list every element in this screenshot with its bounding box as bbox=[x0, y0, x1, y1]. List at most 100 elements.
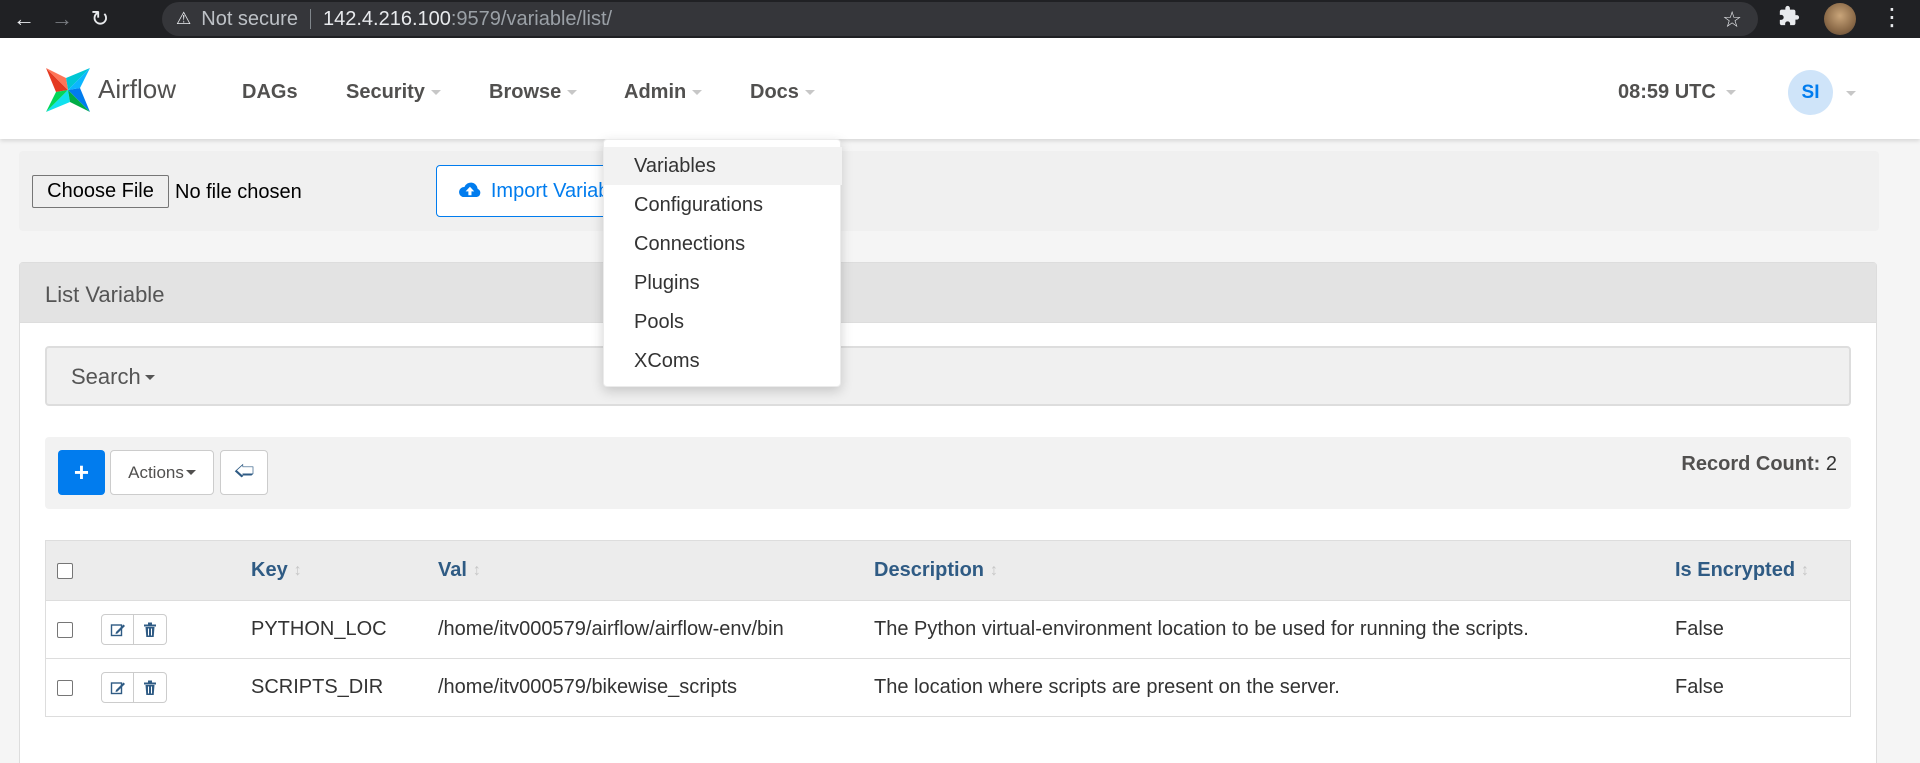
sort-icon: ↕ bbox=[472, 561, 481, 579]
row-checkbox[interactable] bbox=[57, 679, 73, 696]
column-header-description[interactable]: Description ↕ bbox=[874, 541, 998, 600]
sort-icon: ↕ bbox=[293, 561, 302, 579]
cloud-upload-icon bbox=[459, 182, 481, 198]
column-val-label: Val bbox=[438, 559, 467, 581]
forward-arrow-icon[interactable]: → bbox=[48, 5, 76, 33]
variables-table: Key ↕ Val ↕ Description ↕ Is Encrypted ↕ bbox=[45, 540, 1851, 717]
utc-clock[interactable]: 08:59 UTC bbox=[1618, 81, 1736, 104]
cell-key: PYTHON_LOC bbox=[251, 618, 387, 640]
list-toolbar: + Actions 🢠 Record Count: 2 bbox=[45, 437, 1851, 509]
browser-profile-avatar[interactable] bbox=[1824, 3, 1856, 35]
back-button[interactable]: 🢠 bbox=[220, 450, 268, 495]
panel-header: List Variable bbox=[20, 263, 1876, 323]
record-count-value: 2 bbox=[1825, 453, 1837, 475]
menu-item-connections[interactable]: Connections bbox=[604, 225, 842, 263]
table-row: PYTHON_LOC /home/itv000579/airflow/airfl… bbox=[46, 600, 1850, 658]
airflow-pinwheel-logo-icon[interactable] bbox=[40, 62, 96, 118]
actions-dropdown-button[interactable]: Actions bbox=[110, 450, 214, 495]
table-row: SCRIPTS_DIR /home/itv000579/bikewise_scr… bbox=[46, 658, 1850, 716]
select-all-checkbox[interactable] bbox=[57, 562, 73, 579]
add-variable-button[interactable]: + bbox=[58, 450, 105, 495]
cell-key: SCRIPTS_DIR bbox=[251, 676, 384, 698]
nav-docs[interactable]: Docs bbox=[750, 81, 815, 104]
nav-admin[interactable]: Admin bbox=[624, 81, 703, 104]
row-action-buttons bbox=[101, 614, 167, 645]
brand-name[interactable]: Airflow bbox=[98, 74, 176, 105]
choose-file-button[interactable]: Choose File bbox=[32, 175, 169, 208]
chevron-down-icon bbox=[804, 90, 815, 95]
menu-item-variables[interactable]: Variables bbox=[604, 147, 842, 185]
url-path: :9579/variable/list/ bbox=[450, 7, 613, 30]
nav-dags[interactable]: DAGs bbox=[242, 81, 298, 104]
search-label: Search bbox=[71, 364, 141, 389]
airflow-navbar: Airflow DAGs Security Browse Admin Docs … bbox=[0, 38, 1920, 139]
user-avatar[interactable]: SI bbox=[1788, 70, 1833, 115]
trash-icon bbox=[144, 622, 156, 637]
url-host: 142.4.216.100 bbox=[322, 7, 451, 30]
url-separator bbox=[309, 9, 311, 29]
record-count: Record Count: 2 bbox=[1681, 453, 1837, 476]
menu-item-xcoms[interactable]: XComs bbox=[604, 342, 842, 380]
cell-val: /home/itv000579/bikewise_scripts bbox=[438, 676, 738, 698]
delete-record-button[interactable] bbox=[134, 614, 167, 645]
row-select-cell bbox=[57, 601, 73, 658]
menu-item-configurations[interactable]: Configurations bbox=[604, 186, 842, 224]
warning-icon: ⚠ bbox=[176, 9, 192, 28]
back-arrow-icon[interactable]: ← bbox=[10, 5, 38, 33]
table-header-row: Key ↕ Val ↕ Description ↕ Is Encrypted ↕ bbox=[46, 541, 1850, 600]
column-header-is-encrypted[interactable]: Is Encrypted ↕ bbox=[1675, 541, 1809, 600]
column-header-val[interactable]: Val ↕ bbox=[438, 541, 481, 600]
column-header-key[interactable]: Key ↕ bbox=[251, 541, 302, 600]
chevron-down-icon bbox=[430, 90, 441, 95]
actions-label: Actions bbox=[128, 462, 184, 482]
cell-description: The Python virtual-environment location … bbox=[874, 618, 1529, 640]
no-file-text: No file chosen bbox=[175, 181, 302, 203]
select-all-cell bbox=[57, 541, 73, 600]
address-bar[interactable]: ⚠ Not secure 142.4.216.100:9579/variable… bbox=[162, 2, 1758, 36]
cell-description: The location where scripts are present o… bbox=[874, 676, 1340, 698]
row-select-cell bbox=[57, 659, 73, 716]
cell-is-encrypted: False bbox=[1675, 618, 1724, 640]
menu-item-pools[interactable]: Pools bbox=[604, 303, 842, 341]
search-dropdown-toggle[interactable]: Search bbox=[71, 364, 155, 390]
sort-icon: ↕ bbox=[1801, 561, 1810, 579]
menu-item-plugins[interactable]: Plugins bbox=[604, 264, 842, 302]
admin-dropdown-menu: Variables Configurations Connections Plu… bbox=[603, 139, 842, 387]
nav-security[interactable]: Security bbox=[346, 81, 441, 104]
chevron-down-icon bbox=[185, 470, 196, 475]
sort-icon: ↕ bbox=[990, 561, 999, 579]
column-key-label: Key bbox=[251, 559, 288, 581]
trash-icon bbox=[144, 680, 156, 695]
plus-icon: + bbox=[73, 457, 90, 487]
row-actions-cell bbox=[101, 659, 167, 716]
edit-icon bbox=[110, 623, 125, 636]
clock-time: 08:59 UTC bbox=[1618, 81, 1716, 103]
nav-security-label: Security bbox=[346, 81, 425, 103]
bookmark-star-icon[interactable]: ☆ bbox=[1722, 7, 1742, 33]
nav-browse[interactable]: Browse bbox=[489, 81, 578, 104]
browser-toolbar: ← → ↻ ⚠ Not secure 142.4.216.100:9579/va… bbox=[0, 0, 1920, 38]
row-checkbox[interactable] bbox=[57, 621, 73, 638]
browser-menu-icon[interactable]: ⋮ bbox=[1880, 3, 1904, 33]
panel-title: List Variable bbox=[45, 282, 165, 307]
edit-record-button[interactable] bbox=[101, 614, 134, 645]
record-count-label: Record Count: bbox=[1681, 453, 1821, 475]
delete-record-button[interactable] bbox=[134, 672, 167, 703]
security-label: Not secure bbox=[201, 7, 298, 30]
chevron-down-icon[interactable] bbox=[1846, 91, 1856, 96]
extensions-puzzle-icon[interactable] bbox=[1778, 5, 1800, 33]
chevron-down-icon bbox=[567, 90, 578, 95]
reload-icon[interactable]: ↻ bbox=[86, 5, 114, 33]
edit-record-button[interactable] bbox=[101, 672, 134, 703]
nav-browse-label: Browse bbox=[489, 81, 562, 103]
nav-dags-label: DAGs bbox=[242, 81, 298, 103]
search-filter-bar: Search bbox=[45, 346, 1851, 406]
column-description-label: Description bbox=[874, 559, 985, 581]
list-variable-panel: List Variable Search + Actions 🢠 Record … bbox=[19, 262, 1877, 763]
chevron-down-icon bbox=[692, 90, 703, 95]
arrow-left-icon: 🢠 bbox=[233, 459, 255, 482]
nav-admin-label: Admin bbox=[624, 81, 687, 103]
cell-val: /home/itv000579/airflow/airflow-env/bin bbox=[438, 618, 784, 640]
edit-icon bbox=[110, 681, 125, 694]
chevron-down-icon bbox=[144, 374, 155, 380]
